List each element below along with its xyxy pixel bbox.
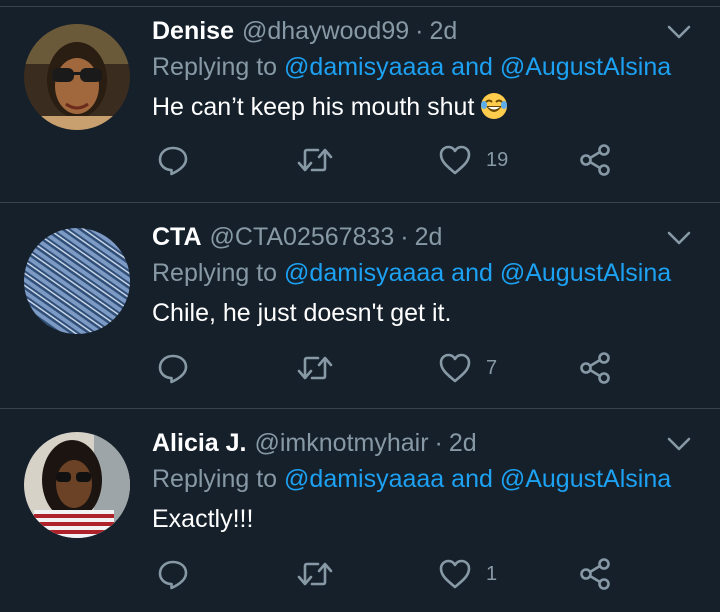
reply-button[interactable] xyxy=(156,348,190,388)
like-count: 7 xyxy=(486,356,498,379)
retweet-button[interactable] xyxy=(296,348,334,388)
avatar[interactable] xyxy=(24,228,130,334)
share-icon xyxy=(580,352,610,384)
like-button[interactable]: 7 xyxy=(438,348,497,388)
timestamp[interactable]: 2d xyxy=(449,426,477,460)
like-button[interactable]: 1 xyxy=(438,554,497,594)
tweet-text: Chile, he just doesn't get it. xyxy=(152,299,452,327)
separator: · xyxy=(415,17,424,45)
mention-link[interactable]: @AugustAlsina xyxy=(500,259,671,287)
chevron-down-icon[interactable] xyxy=(664,17,694,47)
tweet-text: He can’t keep his mouth shut xyxy=(152,93,475,121)
tweet-actions: 19 xyxy=(0,140,720,180)
tweet-header: CTA @CTA02567833 · 2d xyxy=(152,220,442,254)
reply-icon xyxy=(158,146,188,176)
share-button[interactable] xyxy=(578,348,612,388)
share-icon xyxy=(580,558,610,590)
retweet-icon xyxy=(297,356,333,380)
share-button[interactable] xyxy=(578,554,612,594)
replying-to: Replying to @damisyaaaa and @AugustAlsin… xyxy=(152,50,671,84)
chevron-down-icon[interactable] xyxy=(664,223,694,253)
like-count: 1 xyxy=(486,562,498,585)
divider xyxy=(0,202,720,203)
share-button[interactable] xyxy=(578,140,612,180)
mention-link[interactable]: @AugustAlsina xyxy=(500,465,671,493)
heart-icon xyxy=(439,353,471,383)
replying-to-label: Replying to xyxy=(152,465,278,493)
user-handle[interactable]: @CTA02567833 xyxy=(210,220,395,254)
replying-to-label: Replying to xyxy=(152,53,278,81)
heart-icon xyxy=(439,559,471,589)
separator: · xyxy=(434,429,443,457)
mention-link[interactable]: @damisyaaaa xyxy=(284,465,444,493)
tweet[interactable]: Alicia J. @imknotmyhair · 2d Replying to… xyxy=(0,412,720,612)
display-name[interactable]: Denise xyxy=(152,14,234,48)
avatar-photo xyxy=(24,228,130,334)
user-handle[interactable]: @dhaywood99 xyxy=(242,14,409,48)
mention-link[interactable]: @damisyaaaa xyxy=(284,259,444,287)
mention-and[interactable]: and xyxy=(451,259,493,287)
avatar[interactable] xyxy=(24,432,130,538)
tweet-actions: 1 xyxy=(0,554,720,594)
retweet-icon xyxy=(297,562,333,586)
reply-icon xyxy=(158,354,188,384)
like-button[interactable]: 19 xyxy=(438,140,508,180)
chevron-down-icon[interactable] xyxy=(664,429,694,459)
tweet-actions: 7 xyxy=(0,348,720,388)
reply-button[interactable] xyxy=(156,554,190,594)
like-count: 19 xyxy=(486,148,509,171)
replying-to-label: Replying to xyxy=(152,259,278,287)
divider xyxy=(0,408,720,409)
tweet-header: Denise @dhaywood99 · 2d xyxy=(152,14,457,48)
reply-icon xyxy=(158,560,188,590)
tweet-text-container: Chile, he just doesn't get it. xyxy=(152,296,451,330)
retweet-button[interactable] xyxy=(296,140,334,180)
tweet-text: Exactly!!! xyxy=(152,505,254,533)
avatar-photo xyxy=(24,24,130,130)
avatar-photo xyxy=(24,432,130,538)
timestamp[interactable]: 2d xyxy=(415,220,443,254)
display-name[interactable]: Alicia J. xyxy=(152,426,247,460)
user-handle[interactable]: @imknotmyhair xyxy=(255,426,429,460)
share-icon xyxy=(580,144,610,176)
replying-to: Replying to @damisyaaaa and @AugustAlsin… xyxy=(152,256,671,290)
avatar[interactable] xyxy=(24,24,130,130)
mention-and[interactable]: and xyxy=(451,465,493,493)
retweet-button[interactable] xyxy=(296,554,334,594)
heart-icon xyxy=(439,145,471,175)
mention-link[interactable]: @AugustAlsina xyxy=(500,53,671,81)
separator: · xyxy=(400,223,409,251)
mention-link[interactable]: @damisyaaaa xyxy=(284,53,444,81)
timestamp[interactable]: 2d xyxy=(429,14,457,48)
tweet-text-container: Exactly!!! xyxy=(152,502,253,536)
tweet[interactable]: Denise @dhaywood99 · 2d Replying to @dam… xyxy=(0,0,720,200)
display-name[interactable]: CTA xyxy=(152,220,202,254)
reply-button[interactable] xyxy=(156,140,190,180)
tweet-header: Alicia J. @imknotmyhair · 2d xyxy=(152,426,477,460)
retweet-icon xyxy=(297,148,333,172)
laughing-emoji-icon xyxy=(480,92,508,120)
tweet[interactable]: CTA @CTA02567833 · 2d Replying to @damis… xyxy=(0,206,720,406)
mention-and[interactable]: and xyxy=(451,53,493,81)
tweet-text-container: He can’t keep his mouth shut xyxy=(152,90,508,124)
replying-to: Replying to @damisyaaaa and @AugustAlsin… xyxy=(152,462,671,496)
